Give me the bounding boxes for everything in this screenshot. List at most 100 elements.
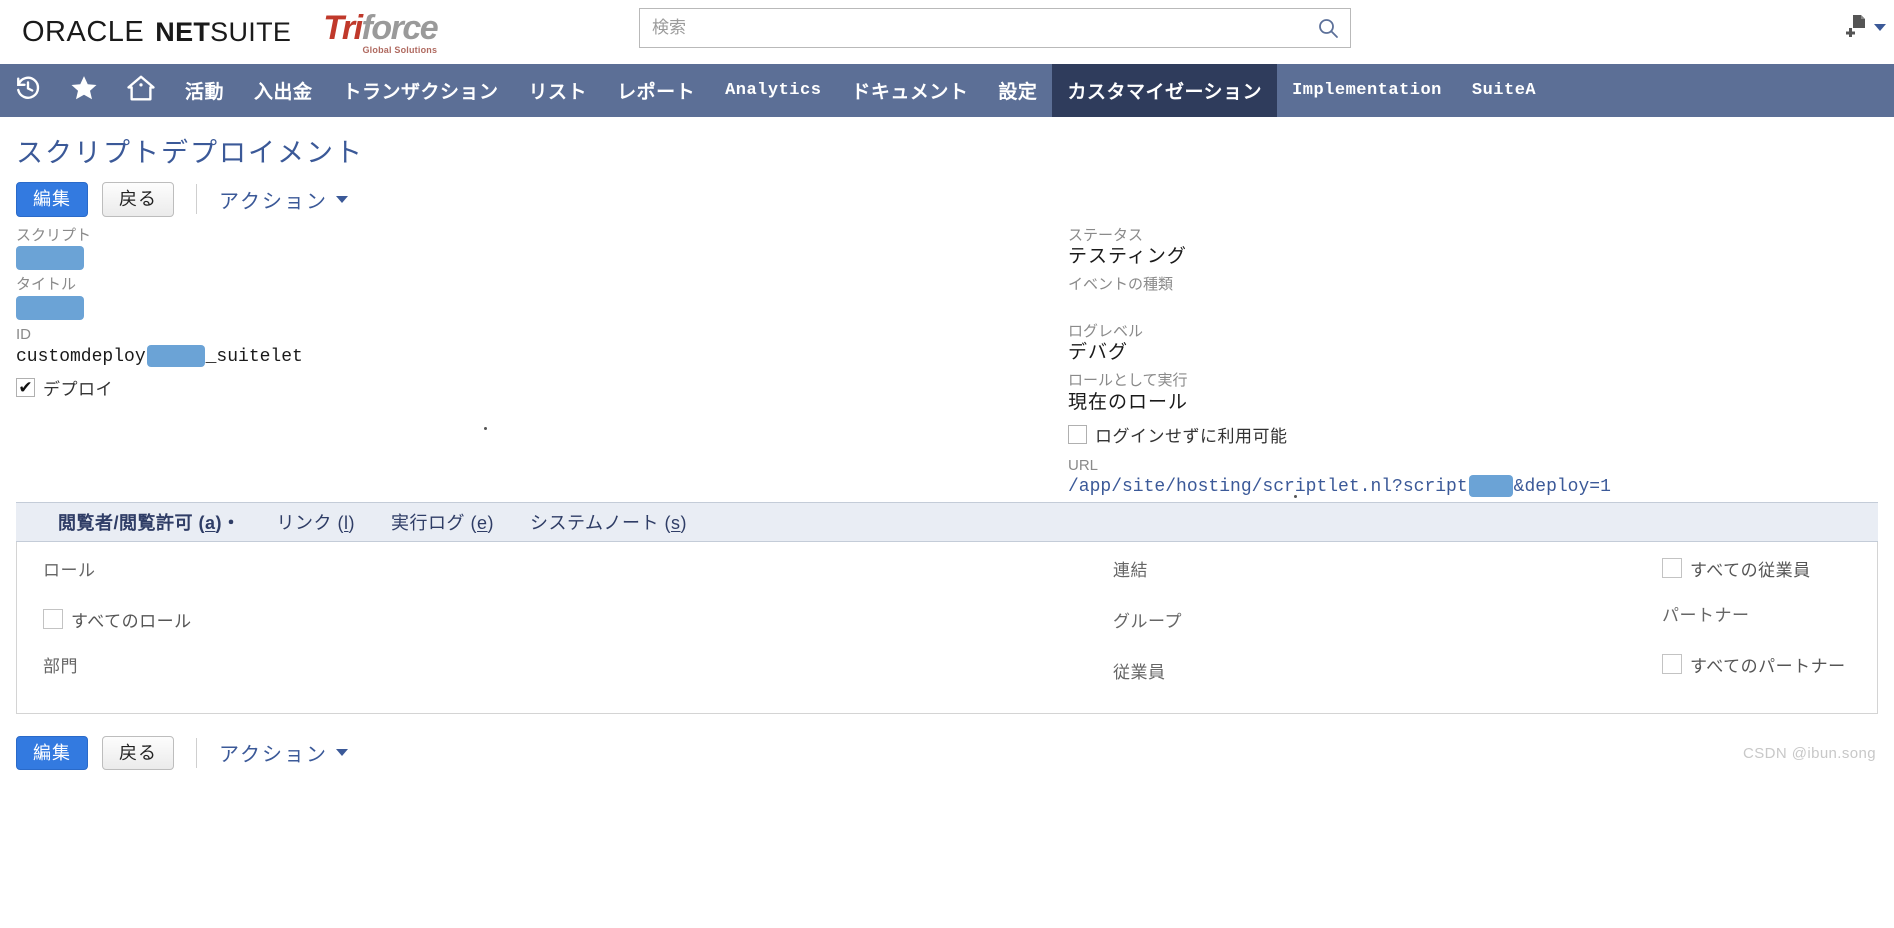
redaction-title (16, 296, 84, 321)
oracle-netsuite-logo: ORACLE NETSUITE (22, 16, 291, 49)
nav-item-implementation[interactable]: Implementation (1277, 64, 1457, 117)
triforce-wordmark: Triforce (323, 9, 439, 47)
back-button-bottom[interactable]: 戻る (102, 735, 174, 770)
field-id-value: customdeploy _suitelet (16, 345, 836, 369)
triforce-force-text: force (361, 9, 439, 47)
nav-item-lists[interactable]: リスト (514, 64, 603, 117)
nav-favorites[interactable] (56, 64, 112, 117)
all-employees-checkbox[interactable] (1662, 558, 1682, 578)
top-toolbar: 編集 戻る アクション (16, 176, 1878, 227)
employee-label: 従業員 (1113, 662, 1166, 682)
masthead: ORACLE NETSUITE Triforce Global Solution… (0, 0, 1894, 64)
nav-item-suiteapps[interactable]: SuiteA (1457, 64, 1551, 117)
field-url-value[interactable]: /app/site/hosting/scriptlet.nl?script &de… (1068, 475, 1768, 499)
triforce-tagline: Global Solutions (362, 45, 438, 55)
search-icon (1316, 16, 1340, 40)
nav-home[interactable] (112, 64, 170, 117)
tab-strip: 閲覧者/閲覧許可 (a)・ リンク (l) 実行ログ (e) システムノート (… (16, 501, 1878, 542)
search-submit-button[interactable] (1306, 9, 1350, 47)
all-partners-checkbox[interactable] (1662, 654, 1682, 674)
redaction-script (16, 246, 84, 271)
search-input[interactable] (640, 18, 1306, 38)
all-roles-checkbox[interactable] (43, 609, 63, 629)
deploy-checkbox-label: デプロイ (43, 380, 113, 400)
tab-links[interactable]: リンク (l) (259, 509, 374, 535)
create-new-icon (1845, 12, 1871, 43)
page-content: スクリプトデプロイメント 編集 戻る アクション スクリプト タイトル ID c… (0, 117, 1894, 770)
toolbar-divider-top (196, 184, 197, 215)
tab-panel-column-all-flags: すべての従業員 パートナー すべてのパートナー (1662, 556, 1894, 697)
tab-links-accel: l (344, 512, 349, 533)
chevron-down-icon (336, 195, 348, 203)
chevron-down-icon-bottom (336, 749, 348, 757)
field-log-level: ログレベル デバグ (1068, 323, 1768, 366)
tab-execution-log[interactable]: 実行ログ (e) (373, 509, 512, 535)
field-url: URL /app/site/hosting/scriptlet.nl?scrip… (1068, 457, 1768, 500)
field-url-label: URL (1068, 456, 1099, 474)
stray-artifact-dot-left (484, 426, 487, 430)
actions-menu-top[interactable]: アクション (219, 185, 348, 214)
netsuite-light-part: SUITE (210, 16, 292, 47)
nav-item-analytics[interactable]: Analytics (710, 64, 836, 117)
back-button-top[interactable]: 戻る (102, 182, 174, 217)
nav-item-transactions[interactable]: トランザクション (328, 64, 514, 117)
nav-item-reports[interactable]: レポート (602, 64, 710, 117)
all-partners-label: すべてのパートナー (1690, 656, 1846, 676)
tab-audience-permissions[interactable]: 閲覧者/閲覧許可 (a)・ (40, 509, 259, 535)
watermark: CSDN @ibun.song (1743, 745, 1876, 762)
field-log-level-value: デバグ (1068, 342, 1129, 364)
field-script-label: スクリプト (16, 226, 92, 244)
tab-system-notes[interactable]: システムノート (s) (512, 509, 705, 535)
search-box[interactable] (639, 8, 1351, 48)
tab-execution-log-label: 実行ログ (391, 512, 466, 533)
toolbar-divider-bottom (196, 737, 197, 768)
field-execute-as-role-label: ロールとして実行 (1068, 372, 1188, 390)
edit-button-top[interactable]: 編集 (16, 182, 88, 217)
tab-system-notes-label: システムノート (530, 512, 660, 533)
nav-item-payments[interactable]: 入出金 (239, 64, 328, 117)
field-execute-as-role-value: 現在のロール (1068, 391, 1189, 413)
field-log-level-label: ログレベル (1068, 322, 1144, 340)
available-without-login-checkbox[interactable] (1068, 424, 1087, 444)
redaction-url (1468, 475, 1513, 498)
consolidate-label: 連結 (1113, 560, 1148, 580)
page-title: スクリプトデプロイメント (16, 138, 364, 168)
field-column-right: ステータス テスティング イベントの種類 ログレベル デバグ ロールとして実行 … (1068, 227, 1768, 506)
deploy-checkbox[interactable] (16, 378, 35, 398)
netsuite-bold-part: NET (155, 16, 211, 47)
nav-item-setup[interactable]: 設定 (983, 64, 1052, 117)
available-without-login-row: ログインせずに利用可能 (1068, 422, 1768, 447)
all-roles-label: すべてのロール (71, 611, 192, 631)
field-id: ID customdeploy _suitelet (16, 326, 836, 369)
stray-artifact-dot-right (1294, 494, 1297, 498)
field-script: スクリプト (16, 227, 836, 271)
field-id-label: ID (16, 326, 31, 344)
redaction-id (146, 345, 205, 368)
create-new-menu[interactable] (1845, 12, 1886, 43)
field-id-prefix: customdeploy (16, 346, 146, 367)
nav-item-activities[interactable]: 活動 (170, 64, 239, 117)
recent-history-icon (13, 73, 43, 109)
field-title-value (16, 295, 836, 321)
actions-menu-label-top: アクション (219, 190, 328, 213)
nav-recent-history[interactable] (0, 64, 56, 117)
field-column-left: スクリプト タイトル ID customdeploy _suitelet デプロイ (16, 227, 836, 430)
all-partners-row: すべてのパートナー (1662, 652, 1894, 677)
triforce-tri-text: Tri (323, 9, 363, 47)
field-event-type-label: イベントの種類 (1068, 275, 1174, 293)
create-new-caret-icon (1874, 24, 1886, 31)
tab-execution-log-accel: e (477, 512, 488, 533)
field-url-prefix: /app/site/hosting/scriptlet.nl?script (1068, 477, 1468, 498)
nav-item-customization[interactable]: カスタマイゼーション (1052, 64, 1278, 117)
bottom-toolbar: 編集 戻る アクション (16, 714, 1878, 770)
oracle-wordmark: ORACLE (22, 15, 145, 48)
department-label: 部門 (43, 656, 78, 676)
home-icon (125, 73, 157, 109)
main-navigation-bar: 活動 入出金 トランザクション リスト レポート Analytics ドキュメン… (0, 64, 1894, 117)
edit-button-bottom[interactable]: 編集 (16, 735, 88, 770)
actions-menu-bottom[interactable]: アクション (219, 738, 348, 767)
field-section: スクリプト タイトル ID customdeploy _suitelet デプロイ… (16, 227, 1878, 502)
field-execute-as-role: ロールとして実行 現在のロール (1068, 372, 1768, 415)
field-status: ステータス テスティング (1068, 227, 1768, 270)
nav-item-documents[interactable]: ドキュメント (836, 64, 983, 117)
